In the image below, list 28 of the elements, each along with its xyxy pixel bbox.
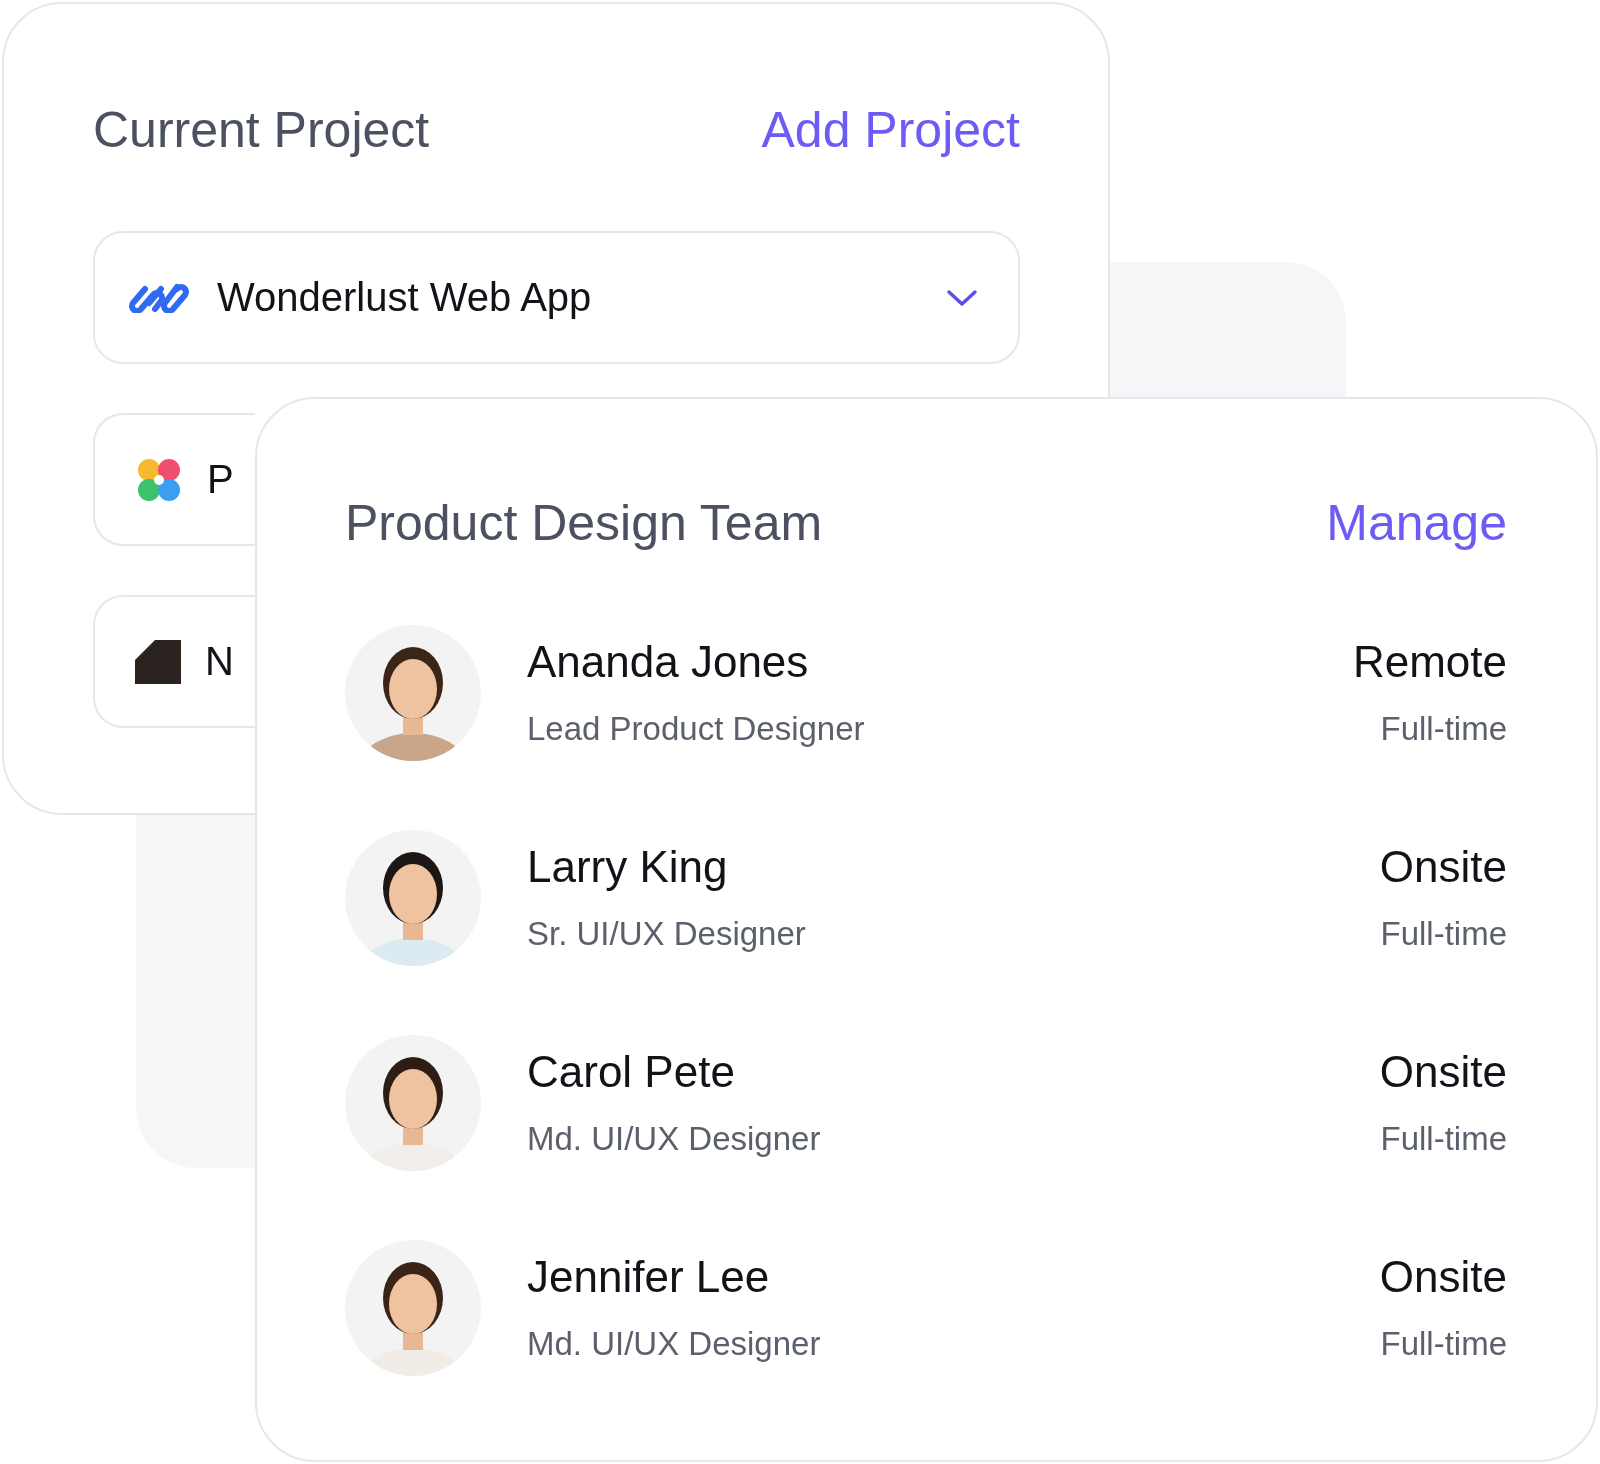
work-location: Onsite bbox=[1379, 1252, 1507, 1302]
card-title: Product Design Team bbox=[345, 494, 823, 553]
member-role: Sr. UI/UX Designer bbox=[527, 914, 807, 954]
project-name: N bbox=[205, 639, 234, 684]
member-name: Larry King bbox=[527, 842, 729, 892]
chevron-down-icon bbox=[946, 288, 978, 307]
member-role: Lead Product Designer bbox=[527, 709, 866, 749]
manage-link[interactable]: Manage bbox=[1326, 493, 1507, 553]
member-role: Md. UI/UX Designer bbox=[527, 1119, 822, 1159]
project-item[interactable]: N bbox=[93, 595, 255, 728]
project-item[interactable]: P bbox=[93, 413, 255, 546]
employment-type: Full-time bbox=[1380, 1119, 1507, 1159]
project-name: P bbox=[207, 457, 234, 502]
member-role: Md. UI/UX Designer bbox=[527, 1324, 822, 1364]
block-logo-icon bbox=[135, 639, 181, 684]
employment-type: Full-time bbox=[1380, 1324, 1507, 1364]
member-name: Jennifer Lee bbox=[527, 1252, 771, 1302]
member-name: Ananda Jones bbox=[527, 637, 810, 687]
project-dropdown[interactable]: Wonderlust Web App bbox=[93, 231, 1020, 364]
project-name: Wonderlust Web App bbox=[217, 275, 592, 320]
work-location: Onsite bbox=[1379, 842, 1507, 892]
member-name: Carol Pete bbox=[527, 1047, 736, 1097]
work-location: Remote bbox=[1352, 637, 1507, 687]
work-location: Onsite bbox=[1379, 1047, 1507, 1097]
employment-type: Full-time bbox=[1380, 709, 1507, 749]
card-title: Current Project bbox=[93, 101, 430, 160]
employment-type: Full-time bbox=[1380, 914, 1507, 954]
add-project-link[interactable]: Add Project bbox=[761, 100, 1020, 160]
